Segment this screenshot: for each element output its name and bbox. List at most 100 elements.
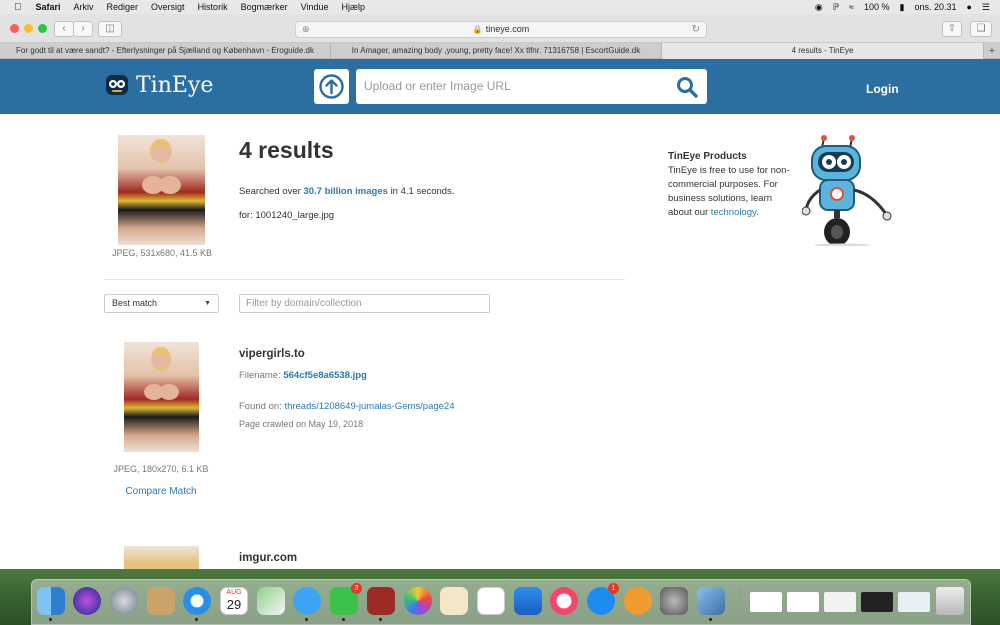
chevron-down-icon: ▼ xyxy=(204,300,211,307)
image-url-input[interactable]: Upload or enter Image URL xyxy=(356,69,707,104)
result-found-line: Found on: threads/1208649-jumalas-Gems/p… xyxy=(239,401,455,412)
minimized-window-3[interactable] xyxy=(824,592,856,612)
minimized-window-2[interactable] xyxy=(787,592,819,612)
back-button[interactable]: ‹ xyxy=(54,21,74,37)
result-image[interactable] xyxy=(124,546,199,569)
itunes-icon[interactable] xyxy=(550,587,578,615)
battery-percent[interactable]: 100 % xyxy=(864,2,890,12)
reader-icon[interactable]: ⊕ xyxy=(302,22,310,37)
calendar-icon[interactable]: AUG 29 xyxy=(220,587,248,615)
photo-booth-icon[interactable] xyxy=(367,587,395,621)
close-window-button[interactable] xyxy=(10,24,19,33)
products-end: . xyxy=(756,207,759,218)
reload-icon[interactable]: ↻ xyxy=(692,22,700,37)
user-icon[interactable]: ● xyxy=(966,2,971,12)
browser-toolbar: ‹ › ◫ ⊕ 🔒 tineye.com ↻ ⇧ ❏ xyxy=(0,14,1000,43)
found-on-link[interactable]: threads/1208649-jumalas-Gems/page24 xyxy=(284,401,454,412)
archive-utility-icon[interactable] xyxy=(147,587,175,615)
compare-match-link[interactable]: Compare Match xyxy=(109,486,213,497)
menu-bogmaerker[interactable]: Bogmærker xyxy=(241,2,288,12)
facetime-icon[interactable]: 3 xyxy=(330,583,362,621)
menu-oversigt[interactable]: Oversigt xyxy=(151,2,185,12)
calendar-month: AUG xyxy=(226,589,242,596)
app-store-icon[interactable]: 1 xyxy=(587,583,619,615)
filter-input[interactable]: Filter by domain/collection xyxy=(239,294,490,313)
login-link[interactable]: Login xyxy=(866,82,899,96)
menu-historik[interactable]: Historik xyxy=(198,2,228,12)
searched-suffix: in 4.1 seconds. xyxy=(390,186,455,197)
trash-icon[interactable] xyxy=(936,587,964,615)
apple-icon[interactable]:  xyxy=(14,2,22,13)
tab-escortguide[interactable]: In Amager, amazing body ,young, pretty f… xyxy=(331,43,662,59)
show-tabs-icon[interactable]: ❏ xyxy=(970,21,992,37)
brand-name: TinEye xyxy=(136,72,214,98)
clock[interactable]: ons. 20.31 xyxy=(914,2,956,12)
zoom-window-button[interactable] xyxy=(38,24,47,33)
launchpad-icon[interactable] xyxy=(110,587,138,615)
siri-status-icon[interactable]: ◉ xyxy=(815,2,823,13)
share-icon[interactable]: ⇧ xyxy=(942,21,962,37)
wifi-icon[interactable]: ≈ xyxy=(849,2,854,12)
minimized-window-5[interactable] xyxy=(898,592,930,612)
messages-icon[interactable] xyxy=(293,587,321,621)
result-image[interactable] xyxy=(124,342,199,452)
minimized-window-4[interactable] xyxy=(861,592,893,612)
menu-rediger[interactable]: Rediger xyxy=(107,2,139,12)
notification-center-icon[interactable]: ☰ xyxy=(982,2,990,13)
mail-icon[interactable] xyxy=(697,587,725,621)
tineye-robot-icon xyxy=(106,75,128,95)
menu-safari[interactable]: Safari xyxy=(36,2,61,12)
system-preferences-icon[interactable] xyxy=(660,587,688,615)
battery-icon[interactable]: ▮ xyxy=(899,2,904,13)
tab-bar: For godt til at være sandt? - Efterlysni… xyxy=(0,43,1000,59)
tab-tineye[interactable]: 4 results - TinEye xyxy=(662,43,984,59)
safari-icon[interactable] xyxy=(183,587,211,621)
upload-arrow-icon xyxy=(319,74,344,99)
dock: AUG 29 3 1 xyxy=(31,579,971,625)
address-bar[interactable]: ⊕ 🔒 tineye.com ↻ xyxy=(295,21,707,38)
tab-eroguide[interactable]: For godt til at være sandt? - Efterlysni… xyxy=(0,43,331,59)
keynote-icon[interactable] xyxy=(514,587,542,615)
tineye-logo[interactable]: TinEye xyxy=(104,72,213,98)
menu-vindue[interactable]: Vindue xyxy=(301,2,329,12)
search-icon[interactable] xyxy=(675,75,699,99)
searched-count-link[interactable]: 30.7 billion images xyxy=(303,186,387,197)
search-placeholder: Upload or enter Image URL xyxy=(364,79,511,93)
preview-icon[interactable] xyxy=(440,587,468,615)
bluetooth-icon[interactable]: ℙ xyxy=(833,2,839,13)
upload-button[interactable] xyxy=(314,69,349,104)
result-domain[interactable]: imgur.com xyxy=(239,552,297,564)
numbers-icon[interactable] xyxy=(477,587,505,615)
menu-hjaelp[interactable]: Hjælp xyxy=(341,2,365,12)
photos-icon[interactable] xyxy=(404,587,432,615)
menu-arkiv[interactable]: Arkiv xyxy=(74,2,94,12)
menu-bar:  Safari Arkiv Rediger Oversigt Historik… xyxy=(0,0,1000,14)
finder-icon[interactable] xyxy=(37,587,65,621)
result-filename-link[interactable]: 564cf5e8a6538.jpg xyxy=(283,370,366,381)
sidebar-toggle-icon[interactable]: ◫ xyxy=(98,21,122,37)
dock-separator xyxy=(739,586,740,616)
app-store-badge: 1 xyxy=(608,583,619,594)
query-image[interactable] xyxy=(118,135,205,245)
maps-icon[interactable] xyxy=(257,587,285,615)
sort-select-value: Best match xyxy=(112,298,158,308)
divider xyxy=(104,279,625,280)
lock-icon: 🔒 xyxy=(472,25,483,34)
forward-button[interactable]: › xyxy=(73,21,93,37)
robot-mascot-icon xyxy=(802,135,892,246)
minimized-window-1[interactable] xyxy=(750,592,782,612)
siri-icon[interactable] xyxy=(73,587,101,615)
new-tab-button[interactable]: + xyxy=(984,43,1000,59)
query-image-info: JPEG, 531x680, 41.5 KB xyxy=(111,248,213,258)
result-domain[interactable]: vipergirls.to xyxy=(239,348,305,360)
result-crawled-date: Page crawled on May 19, 2018 xyxy=(239,419,364,429)
searched-line: Searched over 30.7 billion images in 4.1… xyxy=(239,186,454,197)
sort-select[interactable]: Best match ▼ xyxy=(104,294,219,313)
technology-link[interactable]: technology xyxy=(711,207,756,218)
minimize-window-button[interactable] xyxy=(24,24,33,33)
query-image-figure xyxy=(142,139,181,194)
facetime-badge: 3 xyxy=(351,583,362,594)
results-page: JPEG, 531x680, 41.5 KB 4 results Searche… xyxy=(0,114,1000,569)
searched-prefix: Searched over xyxy=(239,186,301,197)
ibooks-icon[interactable] xyxy=(624,587,652,615)
